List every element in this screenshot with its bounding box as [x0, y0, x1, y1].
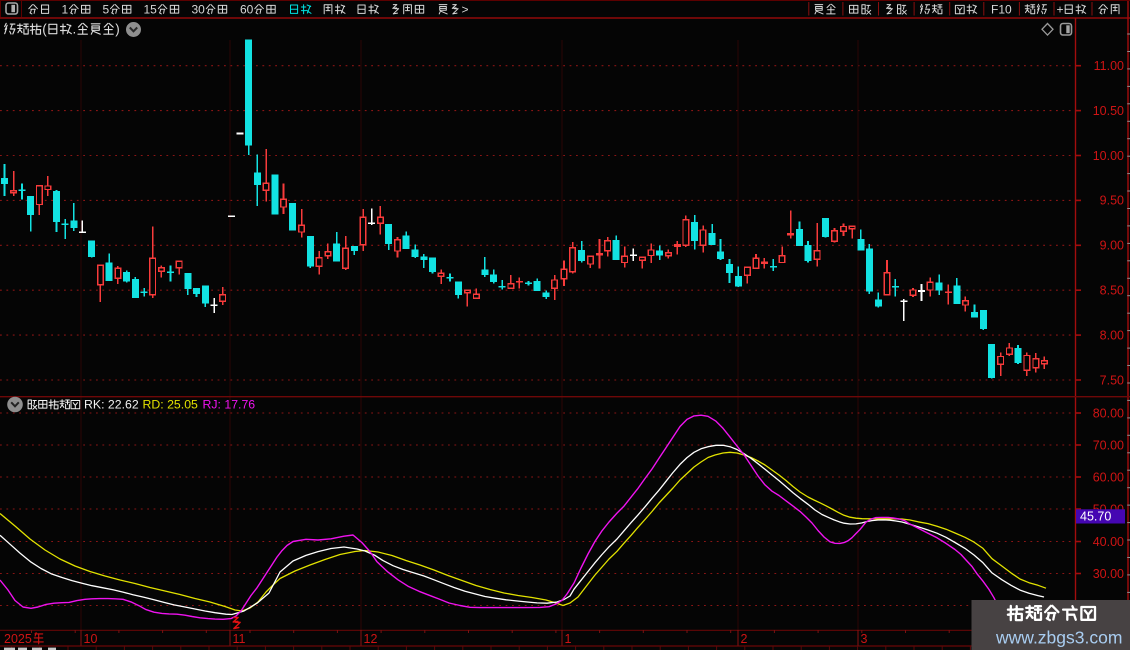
svg-text:+: + — [1057, 2, 1064, 16]
svg-text:60: 60 — [240, 2, 254, 16]
svg-text:2025: 2025 — [4, 632, 32, 646]
svg-text:(: ( — [42, 22, 47, 37]
svg-text:10.00: 10.00 — [1093, 149, 1124, 163]
svg-text:RD: 25.05: RD: 25.05 — [143, 398, 199, 412]
svg-text:.: . — [73, 22, 77, 37]
svg-text:7.50: 7.50 — [1100, 373, 1124, 387]
svg-text:30: 30 — [192, 2, 206, 16]
svg-text:5: 5 — [103, 2, 110, 16]
svg-text:40.00: 40.00 — [1093, 535, 1124, 549]
svg-text:9.00: 9.00 — [1100, 239, 1124, 253]
svg-text:3: 3 — [861, 632, 868, 646]
svg-text:30.00: 30.00 — [1093, 567, 1124, 581]
svg-text:70.00: 70.00 — [1093, 438, 1124, 452]
svg-text:80.00: 80.00 — [1093, 406, 1124, 420]
svg-text:15: 15 — [144, 2, 158, 16]
svg-text:): ) — [115, 22, 120, 37]
svg-text:11: 11 — [233, 632, 246, 646]
svg-text:1: 1 — [565, 632, 572, 646]
svg-text:12: 12 — [364, 632, 378, 646]
svg-text:45.70: 45.70 — [1080, 510, 1111, 524]
svg-text:9.50: 9.50 — [1100, 194, 1124, 208]
svg-text:RJ: 17.76: RJ: 17.76 — [203, 398, 256, 412]
svg-text:2: 2 — [741, 632, 748, 646]
svg-text:8.00: 8.00 — [1100, 328, 1124, 342]
svg-text:10: 10 — [84, 632, 98, 646]
svg-text:8.50: 8.50 — [1100, 284, 1124, 298]
svg-text:11.00: 11.00 — [1094, 59, 1124, 73]
svg-text:F10: F10 — [991, 2, 1012, 16]
svg-text:10.50: 10.50 — [1093, 104, 1124, 118]
svg-text:>: > — [462, 2, 469, 16]
svg-text:www.zbgs3.com: www.zbgs3.com — [995, 628, 1122, 648]
svg-text:1: 1 — [62, 2, 69, 16]
svg-text:60.00: 60.00 — [1093, 470, 1124, 484]
svg-text:RK: 22.62: RK: 22.62 — [84, 398, 139, 412]
